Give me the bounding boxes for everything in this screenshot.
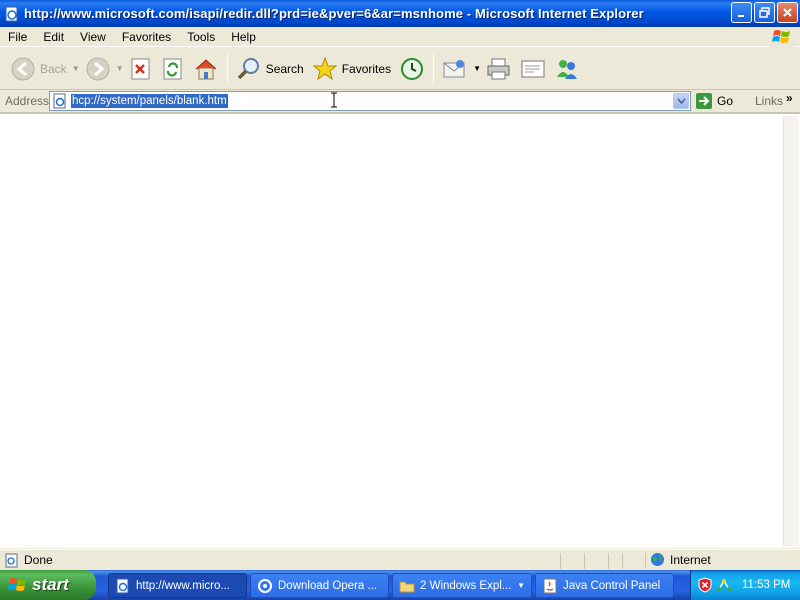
- task-label: http://www.micro...: [136, 579, 230, 592]
- links-label[interactable]: Links: [755, 94, 783, 108]
- menu-view[interactable]: View: [72, 30, 114, 44]
- menu-file[interactable]: File: [0, 30, 35, 44]
- start-label: start: [32, 575, 69, 594]
- menu-favorites[interactable]: Favorites: [114, 30, 179, 44]
- menu-tools[interactable]: Tools: [179, 30, 223, 44]
- address-input[interactable]: hcp://system/panels/blank.htm: [49, 91, 691, 111]
- printer-icon: [487, 58, 510, 79]
- status-text: Done: [24, 553, 53, 567]
- zone-label: Internet: [670, 552, 711, 567]
- stop-button[interactable]: [125, 51, 157, 87]
- forward-button[interactable]: [81, 51, 115, 87]
- links-chevron-icon[interactable]: »: [786, 91, 793, 105]
- menu-bar: File Edit View Favorites Tools Help: [0, 27, 800, 47]
- address-label: Address: [5, 94, 50, 108]
- restore-icon: [759, 7, 770, 18]
- status-divider: [608, 553, 609, 569]
- opera-icon: [258, 578, 272, 593]
- menu-edit[interactable]: Edit: [35, 30, 72, 44]
- task-label: 2 Windows Expl...: [420, 579, 512, 592]
- ie-page-icon: [5, 6, 18, 21]
- address-dropdown-button[interactable]: [673, 93, 689, 109]
- page-done-icon: [5, 553, 18, 567]
- page-icon: [53, 93, 66, 109]
- network-icon[interactable]: [716, 577, 732, 593]
- history-button[interactable]: [395, 51, 429, 87]
- go-arrow-icon: [696, 93, 712, 109]
- refresh-button[interactable]: [157, 51, 189, 87]
- toolbar-separator: [433, 52, 435, 85]
- system-tray: 11:53 PM: [690, 570, 800, 600]
- security-alert-icon[interactable]: [697, 577, 713, 593]
- task-internet-explorer[interactable]: http://www.micro...: [108, 573, 247, 598]
- start-button[interactable]: start: [0, 570, 96, 600]
- mail-dropdown-icon[interactable]: ▼: [472, 64, 482, 73]
- mail-icon: [443, 59, 465, 77]
- home-button[interactable]: [189, 51, 223, 87]
- go-button[interactable]: Go: [695, 92, 733, 110]
- text-cursor-icon: [331, 92, 337, 108]
- vertical-scrollbar[interactable]: [783, 116, 799, 546]
- history-icon: [401, 57, 424, 80]
- page-content[interactable]: [0, 113, 800, 548]
- task-download-opera[interactable]: Download Opera ...: [250, 573, 389, 598]
- windows-flag-icon: [8, 578, 26, 591]
- close-icon: [783, 8, 792, 17]
- mail-button[interactable]: [438, 51, 472, 87]
- globe-icon: [651, 553, 664, 566]
- status-divider: [584, 553, 585, 569]
- window-title: http://www.microsoft.com/isapi/redir.dll…: [24, 6, 644, 21]
- task-label: Download Opera ...: [278, 579, 378, 592]
- clock[interactable]: 11:53 PM: [742, 579, 790, 591]
- group-dropdown-icon: ▼: [517, 581, 525, 590]
- edit-button[interactable]: [516, 51, 550, 87]
- address-bar: Address hcp://system/panels/blank.htm Go…: [0, 90, 800, 113]
- java-icon: [543, 578, 557, 593]
- back-label: Back: [40, 61, 67, 76]
- menu-help[interactable]: Help: [223, 30, 264, 44]
- task-label: Java Control Panel: [563, 579, 661, 592]
- messenger-button[interactable]: [550, 51, 584, 87]
- home-icon: [195, 58, 217, 79]
- print-button[interactable]: [482, 51, 516, 87]
- back-arrow-icon: [11, 57, 35, 80]
- messenger-icon: [557, 59, 578, 79]
- folder-icon: [399, 581, 415, 592]
- status-divider: [560, 553, 561, 569]
- toolbar-separator: [226, 52, 228, 85]
- search-icon: [237, 57, 259, 79]
- minimize-icon: [738, 15, 744, 17]
- search-label: Search: [265, 61, 304, 76]
- edit-page-icon: [521, 60, 545, 77]
- refresh-icon: [163, 58, 182, 79]
- chevron-down-icon: [676, 98, 686, 104]
- favorites-label: Favorites: [341, 61, 392, 76]
- standard-toolbar: Back ▼ ▼ Search Favorites ▼: [0, 48, 800, 90]
- task-windows-explorer-group[interactable]: 2 Windows Expl... ▼: [392, 573, 532, 598]
- maximize-button[interactable]: [754, 2, 775, 23]
- back-dropdown-icon[interactable]: ▼: [71, 64, 81, 73]
- security-zone: Internet: [650, 552, 711, 567]
- back-button[interactable]: Back: [6, 51, 71, 87]
- status-bar: Done Internet: [0, 549, 800, 570]
- close-button[interactable]: [777, 2, 798, 23]
- go-label: Go: [717, 94, 734, 108]
- address-url[interactable]: hcp://system/panels/blank.htm: [71, 94, 228, 108]
- windows-logo-icon: [770, 27, 794, 47]
- minimize-button[interactable]: [731, 2, 752, 23]
- ie-icon: [116, 578, 129, 593]
- forward-dropdown-icon[interactable]: ▼: [115, 64, 125, 73]
- stop-icon: [131, 58, 150, 79]
- forward-arrow-icon: [86, 57, 110, 80]
- favorites-button[interactable]: Favorites: [308, 51, 395, 87]
- star-icon: [312, 56, 338, 80]
- status-divider: [645, 553, 646, 569]
- task-java-control-panel[interactable]: Java Control Panel: [535, 573, 674, 598]
- status-divider: [622, 553, 623, 569]
- title-bar[interactable]: http://www.microsoft.com/isapi/redir.dll…: [0, 0, 800, 27]
- search-button[interactable]: Search: [232, 51, 308, 87]
- taskbar: start http://www.micro... Download Opera…: [0, 570, 800, 600]
